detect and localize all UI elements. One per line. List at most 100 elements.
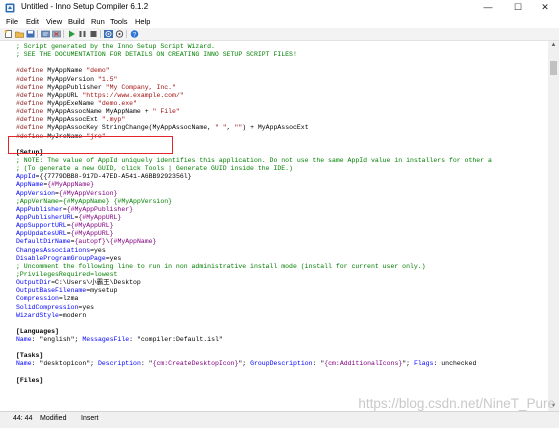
code-token: {#MyAppName}: [47, 181, 95, 189]
toolbar-separator: [100, 30, 101, 38]
code-line: ChangesAssociations=yes: [16, 247, 548, 255]
code-token: ";: [238, 360, 251, 368]
code-token: MyAppPublisher: [43, 83, 106, 91]
code-token: ; Script generated by the Inno Setup Scr…: [16, 43, 215, 50]
code-line: [Languages]: [16, 328, 548, 336]
code-token: SolidCompression: [16, 303, 79, 311]
code-line: #define MyAppVersion "1.5": [16, 76, 548, 84]
code-token: =yes: [90, 246, 106, 254]
maximize-button[interactable]: ☐: [503, 0, 533, 16]
code-token: MyAppVersion: [43, 75, 98, 83]
minimize-button[interactable]: —: [473, 0, 503, 16]
code-line: OutputBaseFilename=mysetup: [16, 287, 548, 295]
code-line: #define MyAppAssocKey StringChange(MyApp…: [16, 124, 548, 132]
menu-file[interactable]: File: [6, 16, 18, 27]
code-token: "demo.exe": [97, 99, 137, 107]
modified-indicator: Modified: [40, 415, 67, 422]
menu-build[interactable]: Build: [68, 16, 85, 27]
scrollbar-thumb[interactable]: [550, 61, 557, 75]
code-token: ; Uncomment the following line to run in…: [16, 262, 426, 270]
menu-view[interactable]: View: [46, 16, 62, 27]
menu-tools[interactable]: Tools: [110, 16, 128, 27]
code-token: "english": [39, 336, 75, 344]
code-token: ";: [402, 360, 414, 368]
code-token: GroupDescription: [250, 360, 313, 368]
stop-compile-icon[interactable]: [52, 30, 61, 38]
code-line: WizardStyle=modern: [16, 312, 548, 320]
code-token: : ": [140, 360, 153, 368]
code-token: :: [129, 336, 137, 344]
code-token: AppId: [16, 173, 36, 181]
code-token: : ": [312, 360, 325, 368]
target-icon[interactable]: [104, 30, 113, 38]
new-file-icon[interactable]: [4, 30, 13, 38]
code-token: ;PrivilegesRequired=lowest: [16, 270, 118, 278]
code-line: SolidCompression=yes: [16, 304, 548, 312]
target-icon[interactable]: [115, 30, 124, 38]
code-token: AppVersion: [16, 189, 56, 197]
toolbar-separator: [126, 30, 127, 38]
code-token: ) + MyAppAssocExt: [242, 124, 309, 132]
code-token: #define: [16, 99, 44, 107]
pause-icon[interactable]: [78, 30, 87, 38]
menu-help[interactable]: Help: [135, 16, 150, 27]
save-icon[interactable]: [26, 30, 35, 38]
code-token: =C:\Users\小霸王\Desktop: [51, 279, 141, 287]
script-text[interactable]: ; Script generated by the Inno Setup Scr…: [16, 43, 548, 385]
stop-icon[interactable]: [89, 30, 98, 38]
code-line: Compression=lzma: [16, 295, 548, 303]
code-token: Name: [16, 336, 32, 344]
code-token: =yes: [78, 303, 95, 311]
code-line: Name: "english"; MessagesFile: "compiler…: [16, 336, 548, 344]
code-line: ; NOTE: The value of AppId uniquely iden…: [16, 157, 548, 165]
code-token: {autopf}: [74, 238, 106, 246]
menu-edit[interactable]: Edit: [26, 16, 39, 27]
code-editor[interactable]: ; Script generated by the Inno Setup Scr…: [0, 41, 548, 411]
code-line: ;PrivilegesRequired=lowest: [16, 271, 548, 279]
code-token: "demo": [86, 67, 110, 75]
code-token: Name: [16, 360, 32, 368]
code-token: MyAppAssocName MyAppName +: [43, 108, 153, 116]
code-token: #define: [16, 91, 44, 99]
code-token: ;: [90, 360, 98, 368]
code-line: ; Uncomment the following line to run in…: [16, 263, 548, 271]
watermark: https://blog.csdn.net/NineT_Pure: [358, 396, 555, 411]
code-token: #define: [16, 75, 44, 83]
compile-icon[interactable]: [41, 30, 50, 38]
vertical-scrollbar[interactable]: ▲ ▼: [548, 41, 559, 411]
code-token: "compiler:Default.isl": [136, 336, 223, 344]
code-token: ChangesAssociations: [16, 246, 91, 254]
scroll-up-icon[interactable]: ▲: [548, 41, 559, 50]
close-button[interactable]: ✕: [530, 0, 559, 16]
code-line: OutputDir=C:\Users\小霸王\Desktop: [16, 279, 548, 287]
code-line: [Files]: [16, 377, 548, 385]
code-token: [Languages]: [16, 327, 59, 335]
code-token: MessagesFile: [82, 336, 130, 344]
code-token: " ": [214, 124, 227, 132]
code-line: #define MyAppAssocExt ".myp": [16, 116, 548, 124]
title-bar: Untitled - Inno Setup Compiler 6.1.2 — ☐…: [0, 0, 559, 16]
code-token: {#MyAppURL}: [70, 222, 114, 230]
code-line: #define MyAppName "demo": [16, 67, 548, 75]
open-file-icon[interactable]: [15, 30, 24, 38]
help-icon[interactable]: ?: [130, 30, 139, 38]
menu-run[interactable]: Run: [91, 16, 105, 27]
code-token: Compression: [16, 295, 59, 303]
code-line: #define MyAppURL "https://www.example.co…: [16, 92, 548, 100]
window-title: Untitled - Inno Setup Compiler 6.1.2: [21, 2, 149, 11]
code-token: =mysetup: [86, 287, 118, 295]
code-token: DisableProgramGroupPage: [16, 254, 106, 262]
code-token: AppName: [16, 181, 44, 189]
code-token: ;AppVerName={#MyAppName} {#MyAppVersion}: [16, 197, 173, 205]
code-token: =lzma: [58, 295, 79, 303]
run-icon[interactable]: [67, 30, 76, 38]
code-token: {#MyAppName}: [109, 238, 157, 246]
code-line: AppName={#MyAppName}: [16, 181, 548, 189]
code-token: AppUpdatesURL: [16, 230, 67, 238]
code-line: #define MyAppAssocName MyAppName + " Fil…: [16, 108, 548, 116]
code-token: [Tasks]: [16, 352, 44, 360]
code-line: DisableProgramGroupPage=yes: [16, 255, 548, 263]
code-token: : unchecked: [433, 360, 477, 368]
